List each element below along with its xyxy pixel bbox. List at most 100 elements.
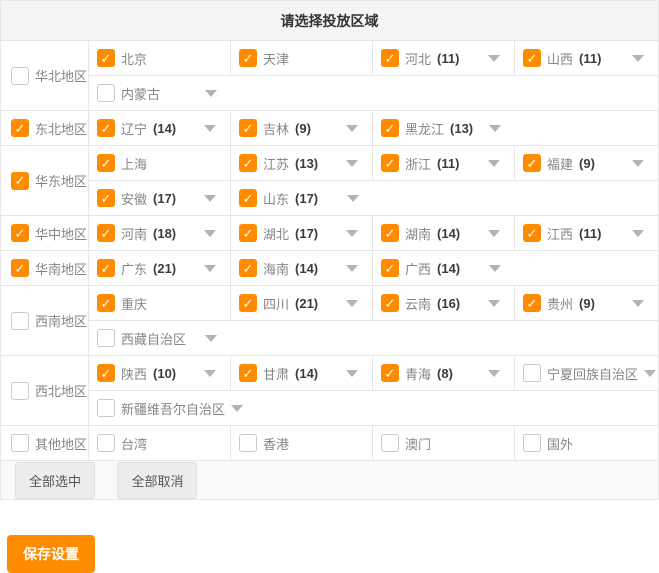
dropdown-arrow-icon[interactable] (346, 265, 358, 272)
province-checkbox-checked[interactable]: ✓ (97, 294, 115, 312)
province-checkbox-checked[interactable]: ✓ (523, 49, 541, 67)
dropdown-arrow-icon[interactable] (632, 160, 644, 167)
region-checkbox-unchecked[interactable] (11, 382, 29, 400)
province-checkbox-checked[interactable]: ✓ (97, 49, 115, 67)
province-checkbox-unchecked[interactable] (97, 434, 115, 452)
dropdown-arrow-icon[interactable] (488, 300, 500, 307)
region-cell: 华北地区 (1, 41, 89, 111)
province-cell: ✓辽宁(14) (89, 111, 231, 146)
deselect-all-button[interactable]: 全部取消 (117, 462, 197, 499)
province-checkbox-checked[interactable]: ✓ (523, 294, 541, 312)
dropdown-arrow-icon[interactable] (632, 230, 644, 237)
province-checkbox-checked[interactable]: ✓ (381, 49, 399, 67)
region-checkbox-unchecked[interactable] (11, 312, 29, 330)
province-checkbox-unchecked[interactable] (97, 329, 115, 347)
province-checkbox-checked[interactable]: ✓ (381, 119, 399, 137)
province-label: 内蒙古 (121, 84, 160, 103)
province-checkbox-checked[interactable]: ✓ (239, 154, 257, 172)
province-checkbox-checked[interactable]: ✓ (97, 224, 115, 242)
dropdown-arrow-icon[interactable] (488, 55, 500, 62)
dropdown-arrow-icon[interactable] (488, 230, 500, 237)
province-cell-content: ✓河南(18) (89, 216, 230, 250)
province-cell: ✓ 上海 (89, 146, 231, 181)
select-all-button[interactable]: 全部选中 (15, 462, 95, 499)
province-checkbox-checked[interactable]: ✓ (97, 189, 115, 207)
province-row: 新疆维吾尔自治区 (1, 391, 659, 426)
province-label: 香港 (263, 434, 289, 453)
header-row: 请选择投放区域 (1, 1, 659, 41)
province-checkbox-unchecked[interactable] (523, 434, 541, 452)
province-cell: ✓安徽(17) (89, 181, 231, 216)
province-checkbox-checked[interactable]: ✓ (239, 294, 257, 312)
province-cell: ✓天津 (231, 41, 373, 76)
dropdown-arrow-icon[interactable] (205, 335, 217, 342)
province-checkbox-unchecked[interactable] (381, 434, 399, 452)
province-cell: ✓黑龙江(13) (373, 111, 515, 146)
dropdown-arrow-icon[interactable] (632, 55, 644, 62)
province-checkbox-checked[interactable]: ✓ (97, 364, 115, 382)
dropdown-arrow-icon[interactable] (632, 300, 644, 307)
region-checkbox-checked[interactable]: ✓ (11, 119, 29, 137)
dropdown-arrow-icon[interactable] (346, 230, 358, 237)
province-checkbox-checked[interactable]: ✓ (239, 119, 257, 137)
province-checkbox-unchecked[interactable] (523, 364, 541, 382)
dropdown-arrow-icon[interactable] (204, 265, 216, 272)
province-checkbox-unchecked[interactable] (239, 434, 257, 452)
province-checkbox-checked[interactable]: ✓ (239, 364, 257, 382)
province-label: 山西 (547, 49, 573, 68)
province-checkbox-checked[interactable]: ✓ (97, 259, 115, 277)
dropdown-arrow-icon[interactable] (204, 230, 216, 237)
dropdown-arrow-icon[interactable] (346, 125, 358, 132)
province-label: 上海 (121, 154, 147, 173)
province-checkbox-unchecked[interactable] (97, 399, 115, 417)
region-checkbox-unchecked[interactable] (11, 434, 29, 452)
region-checkbox-checked[interactable]: ✓ (11, 259, 29, 277)
province-cell-content: ✓辽宁(14) (89, 111, 230, 145)
province-label: 陕西 (121, 364, 147, 383)
province-row: 内蒙古 (1, 76, 659, 111)
province-checkbox-checked[interactable]: ✓ (97, 119, 115, 137)
dropdown-arrow-icon[interactable] (346, 300, 358, 307)
province-checkbox-checked[interactable]: ✓ (381, 154, 399, 172)
dropdown-arrow-icon[interactable] (489, 125, 501, 132)
province-cell: ✓江苏(13) (231, 146, 373, 181)
empty-cell (231, 76, 659, 111)
dropdown-arrow-icon[interactable] (644, 370, 656, 377)
dropdown-arrow-icon[interactable] (346, 370, 358, 377)
footer-row: 全部选中 全部取消 (1, 461, 659, 500)
province-checkbox-unchecked[interactable] (97, 84, 115, 102)
province-cell-content: ✓江西(11) (515, 216, 658, 250)
province-count: (17) (153, 191, 176, 206)
province-checkbox-checked[interactable]: ✓ (239, 189, 257, 207)
province-cell-content: 香港 (231, 426, 372, 460)
province-checkbox-checked[interactable]: ✓ (381, 224, 399, 242)
province-checkbox-checked[interactable]: ✓ (381, 294, 399, 312)
region-label: 西南地区 (35, 311, 87, 330)
province-checkbox-checked[interactable]: ✓ (381, 364, 399, 382)
province-checkbox-checked[interactable]: ✓ (97, 154, 115, 172)
province-cell-content: 台湾 (89, 426, 230, 460)
region-checkbox-checked[interactable]: ✓ (11, 172, 29, 190)
province-checkbox-checked[interactable]: ✓ (381, 259, 399, 277)
province-label: 吉林 (263, 119, 289, 138)
province-cell-content: ✓河北(11) (373, 41, 514, 75)
province-checkbox-checked[interactable]: ✓ (523, 224, 541, 242)
dropdown-arrow-icon[interactable] (204, 370, 216, 377)
dropdown-arrow-icon[interactable] (488, 370, 500, 377)
save-settings-button[interactable]: 保存设置 (7, 535, 95, 573)
province-checkbox-checked[interactable]: ✓ (239, 224, 257, 242)
dropdown-arrow-icon[interactable] (204, 125, 216, 132)
dropdown-arrow-icon[interactable] (204, 195, 216, 202)
dropdown-arrow-icon[interactable] (205, 90, 217, 97)
dropdown-arrow-icon[interactable] (346, 160, 358, 167)
dropdown-arrow-icon[interactable] (231, 405, 243, 412)
region-checkbox-checked[interactable]: ✓ (11, 224, 29, 242)
region-selector-panel: 请选择投放区域 华北地区✓北京✓天津✓河北(11)✓山西(11)内蒙古✓东北地区… (0, 0, 659, 573)
dropdown-arrow-icon[interactable] (347, 195, 359, 202)
province-checkbox-checked[interactable]: ✓ (523, 154, 541, 172)
dropdown-arrow-icon[interactable] (488, 160, 500, 167)
region-checkbox-unchecked[interactable] (11, 67, 29, 85)
province-checkbox-checked[interactable]: ✓ (239, 259, 257, 277)
dropdown-arrow-icon[interactable] (489, 265, 501, 272)
province-checkbox-checked[interactable]: ✓ (239, 49, 257, 67)
